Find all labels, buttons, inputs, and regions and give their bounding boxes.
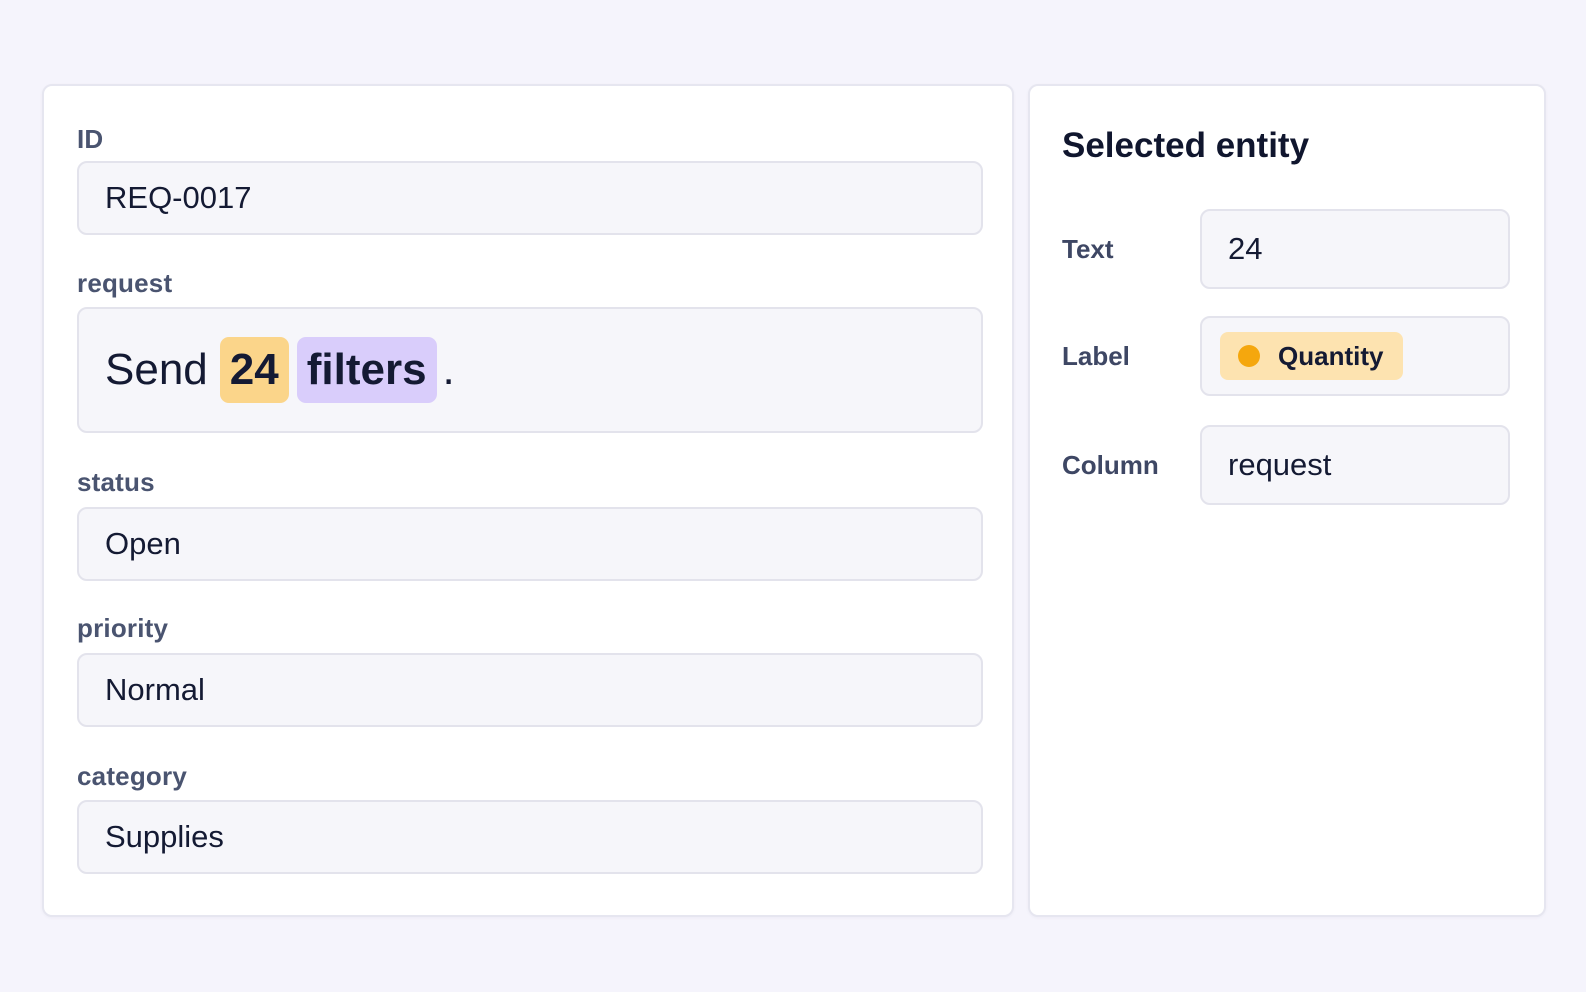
- priority-label: priority: [77, 613, 169, 643]
- label-chip-text: Quantity: [1278, 340, 1384, 371]
- selected-entity-panel: Selected entity Text 24 Label Quantity C…: [1028, 84, 1546, 917]
- id-field[interactable]: REQ-0017: [77, 161, 983, 235]
- panel-title: Selected entity: [1062, 126, 1310, 165]
- text-prop-label: Text: [1062, 234, 1114, 264]
- record-form-card: ID REQ-0017 request Send 24 filters . st…: [42, 84, 1014, 917]
- request-token-period: .: [442, 345, 455, 394]
- request-token-send: Send: [105, 345, 208, 394]
- status-label: status: [77, 467, 155, 497]
- color-dot-icon: [1238, 345, 1260, 367]
- category-field[interactable]: Supplies: [77, 800, 983, 874]
- text-prop-value[interactable]: 24: [1200, 209, 1510, 289]
- priority-field[interactable]: Normal: [77, 653, 983, 727]
- entity-quantity-highlight[interactable]: 24: [219, 337, 289, 403]
- column-prop-label: Column: [1062, 450, 1159, 480]
- quantity-label-chip[interactable]: Quantity: [1220, 332, 1404, 380]
- id-label: ID: [77, 124, 104, 154]
- request-field[interactable]: Send 24 filters .: [77, 307, 983, 433]
- status-field[interactable]: Open: [77, 507, 983, 581]
- entity-product-highlight[interactable]: filters: [296, 337, 437, 403]
- category-label: category: [77, 761, 187, 791]
- column-prop-value[interactable]: request: [1200, 425, 1510, 505]
- request-label: request: [77, 268, 173, 298]
- label-prop-label: Label: [1062, 341, 1130, 371]
- label-prop-field[interactable]: Quantity: [1200, 316, 1510, 396]
